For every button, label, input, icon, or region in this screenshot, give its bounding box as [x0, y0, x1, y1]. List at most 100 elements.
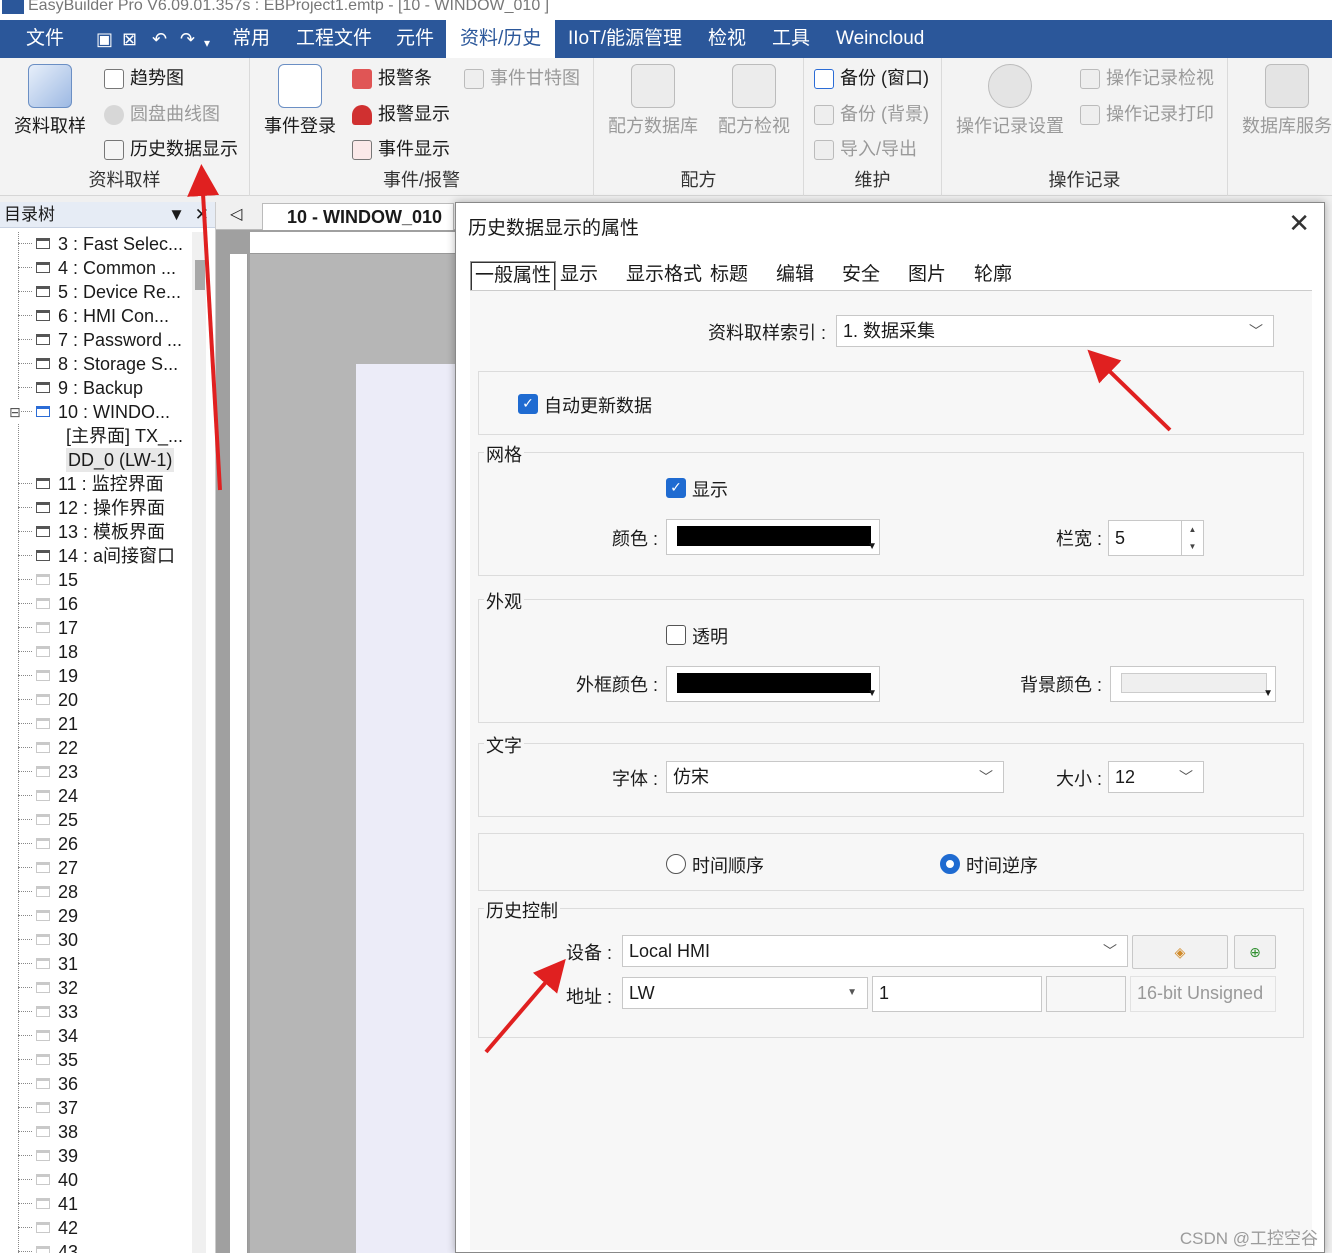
close-icon[interactable]: ✕	[1288, 209, 1310, 237]
menu-iiot[interactable]: IIoT/能源管理	[568, 20, 682, 58]
grid-show-checkbox[interactable]: ✓	[666, 478, 686, 498]
alarm-display-button[interactable]: 报警显示	[352, 100, 450, 128]
menu-view[interactable]: 检视	[708, 20, 746, 58]
menu-file[interactable]: 文件	[26, 20, 64, 58]
tree-item[interactable]: 19	[0, 664, 188, 688]
tree-scrollbar-thumb[interactable]	[195, 260, 205, 290]
device-select[interactable]: Local HMI ﹀	[622, 935, 1128, 967]
operation-log-print-button[interactable]: 操作记录打印	[1080, 100, 1214, 128]
tree-item[interactable]: 31	[0, 952, 188, 976]
grid-width-spinner[interactable]: 5 ▲ ▼	[1108, 520, 1204, 556]
time-descending-radio[interactable]	[940, 854, 960, 874]
collapse-icon[interactable]: ⊟	[9, 400, 21, 424]
tree-item[interactable]: 26	[0, 832, 188, 856]
tree-item[interactable]: 35	[0, 1048, 188, 1072]
address-index-field[interactable]	[1046, 976, 1126, 1012]
tab-title[interactable]: 标题	[706, 261, 752, 291]
tree-item[interactable]: 7 : Password ...	[0, 328, 188, 352]
add-device-button[interactable]: ⊕	[1234, 935, 1276, 969]
tree-item[interactable]: 39	[0, 1144, 188, 1168]
bg-color-picker[interactable]: ▼	[1110, 666, 1276, 702]
tree-item[interactable]: 18	[0, 640, 188, 664]
tree-item[interactable]: [主界面] TX_...	[0, 424, 188, 448]
import-export-button[interactable]: 导入/导出	[814, 135, 917, 163]
circular-trend-button[interactable]: 圆盘曲线图	[104, 100, 220, 128]
tree-item[interactable]: 3 : Fast Selec...	[0, 232, 188, 256]
tree-item[interactable]: DD_0 (LW-1)	[0, 448, 188, 472]
tree-item[interactable]: 23	[0, 760, 188, 784]
tree-item[interactable]: 4 : Common ...	[0, 256, 188, 280]
device-settings-button[interactable]: ◈	[1132, 935, 1228, 969]
tree-item[interactable]: 5 : Device Re...	[0, 280, 188, 304]
tab-display[interactable]: 显示	[556, 261, 602, 291]
alarm-bar-button[interactable]: 报警条	[352, 64, 432, 92]
tab-security[interactable]: 安全	[838, 261, 884, 291]
tree-item[interactable]: 28	[0, 880, 188, 904]
backup-background-button[interactable]: 备份 (背景)	[814, 100, 929, 128]
menu-common[interactable]: 常用	[232, 20, 270, 58]
menu-tools[interactable]: 工具	[772, 20, 810, 58]
tree-item[interactable]: 27	[0, 856, 188, 880]
tree-item[interactable]: 30	[0, 928, 188, 952]
menu-objects[interactable]: 元件	[396, 20, 434, 58]
quick-access-dropdown-icon[interactable]: ▾	[204, 32, 210, 54]
recipe-view-button[interactable]: 配方检视	[718, 64, 790, 138]
tree-item[interactable]: 37	[0, 1096, 188, 1120]
tree-close-icon[interactable]: ✕	[195, 202, 209, 228]
tree-scrollbar[interactable]	[192, 232, 206, 1253]
save-icon[interactable]: ▣	[96, 28, 113, 50]
operation-log-settings-button[interactable]: 操作记录设置	[956, 64, 1064, 138]
tree-item[interactable]: 15	[0, 568, 188, 592]
tree-dropdown-icon[interactable]: ▼	[168, 202, 185, 228]
tree-item[interactable]: 16	[0, 592, 188, 616]
tree-item[interactable]: 33	[0, 1000, 188, 1024]
menu-data-history[interactable]: 资料/历史	[446, 20, 556, 58]
tree-item[interactable]: 20	[0, 688, 188, 712]
frame-color-picker[interactable]: ▼	[666, 666, 880, 702]
tree-item[interactable]: 8 : Storage S...	[0, 352, 188, 376]
tree-item[interactable]: 6 : HMI Con...	[0, 304, 188, 328]
menu-project[interactable]: 工程文件	[296, 20, 372, 58]
tree-item[interactable]: 9 : Backup	[0, 376, 188, 400]
backup-window-button[interactable]: 备份 (窗口)	[814, 64, 929, 92]
time-ascending-radio[interactable]	[666, 854, 686, 874]
font-select[interactable]: 仿宋 ﹀	[666, 761, 1004, 793]
tree-list[interactable]: 3 : Fast Selec... 4 : Common ... 5 : Devic…	[0, 232, 188, 1253]
tree-item[interactable]: 38	[0, 1120, 188, 1144]
tree-item[interactable]: 13 : 模板界面	[0, 520, 188, 544]
tab-outline[interactable]: 轮廓	[970, 261, 1016, 291]
recipe-database-button[interactable]: 配方数据库	[608, 64, 698, 138]
tree-item[interactable]: 29	[0, 904, 188, 928]
tree-item[interactable]: 43	[0, 1240, 188, 1253]
tree-item[interactable]: 41	[0, 1192, 188, 1216]
spinner-arrows-icon[interactable]: ▲ ▼	[1181, 521, 1203, 555]
tab-scroll-left-icon[interactable]: ◁	[230, 204, 242, 224]
undo-icon[interactable]: ↶	[152, 28, 167, 50]
editor-tab-window-010[interactable]: 10 - WINDOW_010	[262, 203, 454, 230]
sample-index-select[interactable]: 1. 数据采集 ﹀	[836, 315, 1274, 347]
tree-item[interactable]: 22	[0, 736, 188, 760]
save-all-icon[interactable]: ⊠	[122, 28, 137, 50]
event-gantt-button[interactable]: 事件甘特图	[464, 64, 580, 92]
font-size-select[interactable]: 12 ﹀	[1108, 761, 1204, 793]
tree-item[interactable]: 21	[0, 712, 188, 736]
tree-item[interactable]: 24	[0, 784, 188, 808]
event-log-button[interactable]: 事件登录	[264, 64, 336, 138]
tree-item[interactable]: 34	[0, 1024, 188, 1048]
tree-item[interactable]: 12 : 操作界面	[0, 496, 188, 520]
operation-log-view-button[interactable]: 操作记录检视	[1080, 64, 1214, 92]
tree-item[interactable]: 36	[0, 1072, 188, 1096]
tree-item[interactable]: 14 : a间接窗口	[0, 544, 188, 568]
tree-item[interactable]: 11 : 监控界面	[0, 472, 188, 496]
tab-general[interactable]: 一般属性	[470, 261, 557, 291]
data-sampling-button[interactable]: 资料取样	[14, 64, 86, 138]
transparent-checkbox[interactable]	[666, 625, 686, 645]
redo-icon[interactable]: ↷	[180, 28, 195, 50]
tree-item[interactable]: 25	[0, 808, 188, 832]
tree-item[interactable]: 40	[0, 1168, 188, 1192]
window-page[interactable]	[356, 364, 456, 1253]
tree-item[interactable]: 17	[0, 616, 188, 640]
tree-item[interactable]: ⊟ 10 : WINDO...	[0, 400, 188, 424]
tree-item[interactable]: 42	[0, 1216, 188, 1240]
trend-chart-button[interactable]: 趋势图	[104, 64, 184, 92]
